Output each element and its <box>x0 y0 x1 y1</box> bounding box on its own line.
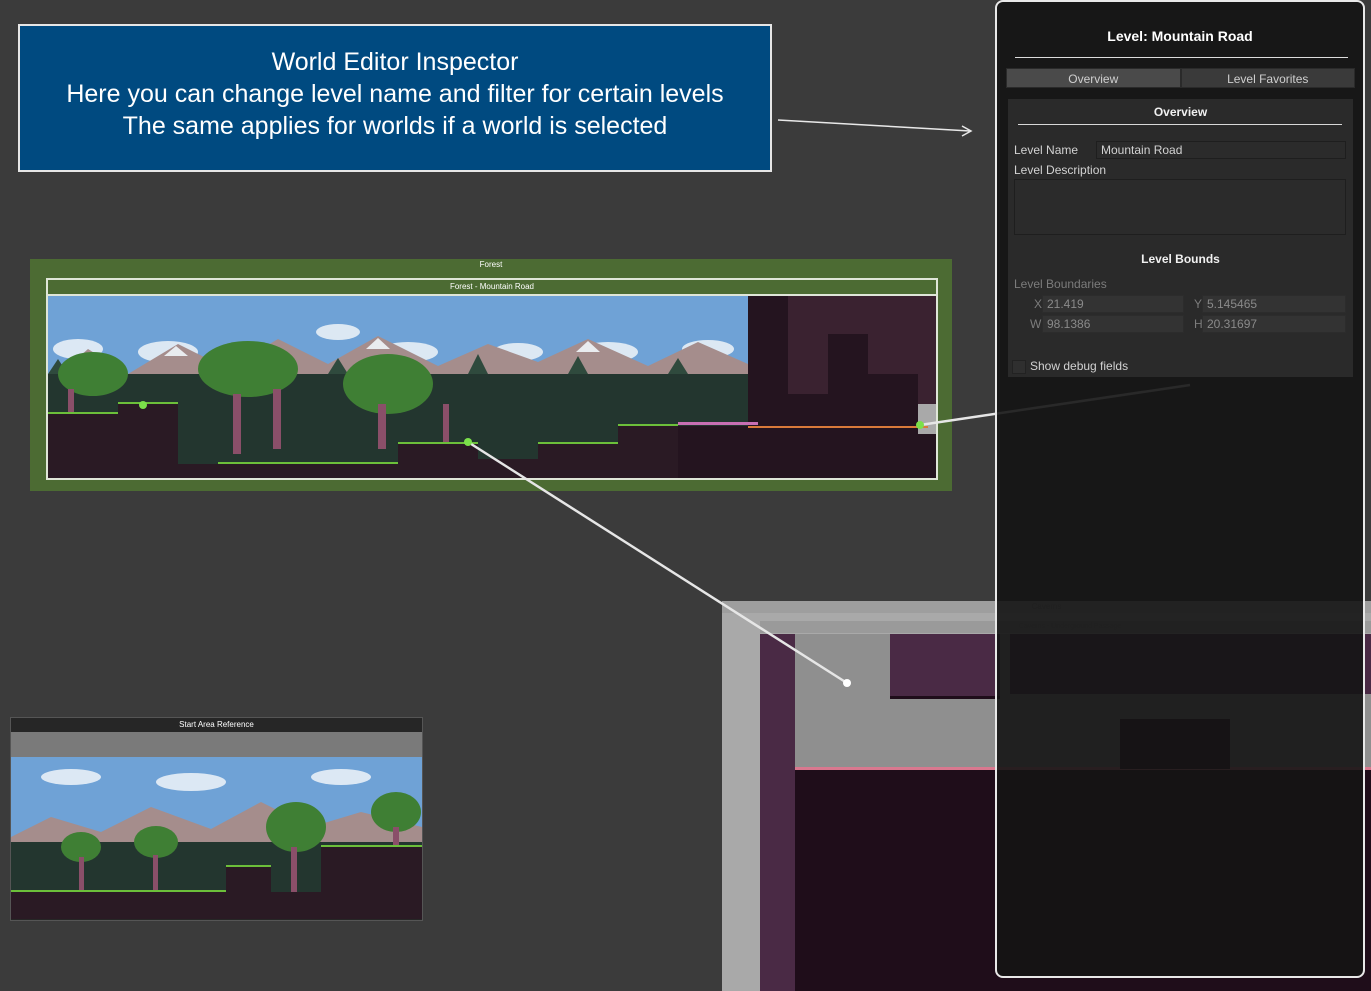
y-field[interactable]: 5.145465 <box>1202 295 1346 313</box>
section-divider <box>1018 124 1342 125</box>
y-label: Y <box>1194 297 1203 311</box>
tab-level-favorites[interactable]: Level Favorites <box>1180 68 1355 88</box>
level-boundaries-label: Level Boundaries <box>1014 277 1107 291</box>
x-label: X <box>1034 297 1043 311</box>
inspector-title: Level: Mountain Road <box>1107 28 1253 44</box>
h-field[interactable]: 20.31697 <box>1202 315 1346 333</box>
level-name-label: Level Name <box>1014 143 1079 157</box>
inspector-panel: Level: Mountain Road Overview Level Favo… <box>995 0 1365 978</box>
section-overview-heading: Overview <box>1153 105 1208 119</box>
x-field[interactable]: 21.419 <box>1042 295 1184 313</box>
level-name-field[interactable]: Mountain Road <box>1096 141 1346 159</box>
level-title: Forest - Mountain Road <box>48 280 936 296</box>
w-field[interactable]: 98.1386 <box>1042 315 1184 333</box>
tab-overview[interactable]: Overview <box>1006 68 1181 88</box>
inspector-tabs: Overview Level Favorites <box>1006 68 1355 88</box>
overview-panel: Overview Level Name Mountain Road Level … <box>1008 99 1353 377</box>
level-description-label: Level Description <box>1014 163 1107 177</box>
w-label: W <box>1030 317 1042 331</box>
show-debug-checkbox[interactable] <box>1012 360 1026 374</box>
show-debug-label: Show debug fields <box>1030 359 1129 373</box>
level-description-field[interactable] <box>1014 179 1346 235</box>
title-divider <box>1015 57 1348 58</box>
section-bounds-heading: Level Bounds <box>1141 252 1220 266</box>
